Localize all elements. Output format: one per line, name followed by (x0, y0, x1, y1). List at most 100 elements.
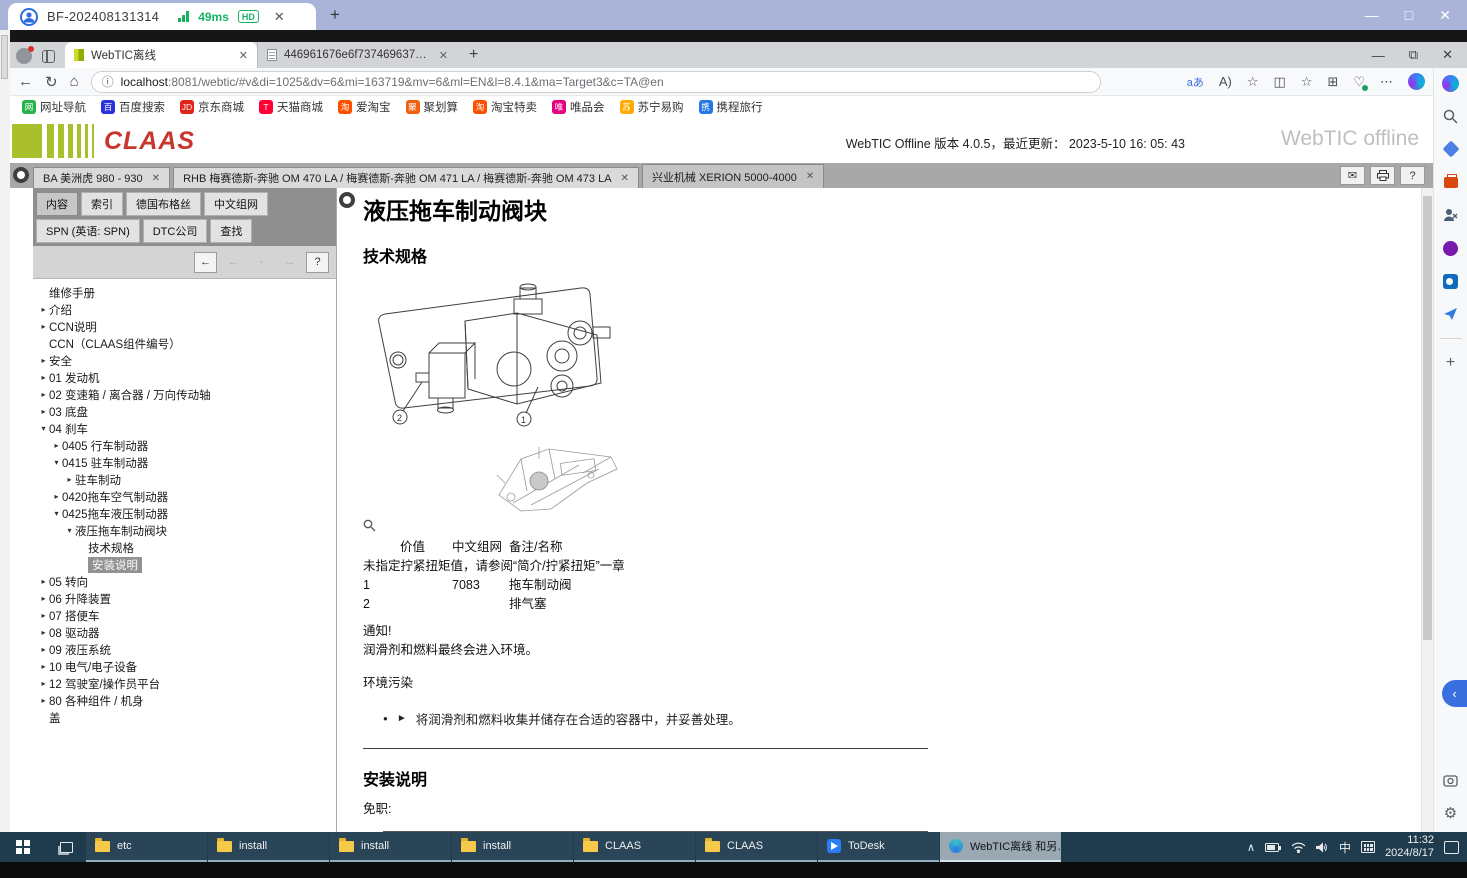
tools-icon[interactable] (1442, 173, 1460, 191)
todesk-maximize-button[interactable]: □ (1405, 7, 1413, 24)
tree-item[interactable]: 技术规格 (33, 539, 336, 556)
tree-item[interactable]: 盖 (33, 709, 336, 726)
doc-tab-xerion[interactable]: 兴业机械 XERION 5000-4000 ✕ (641, 164, 825, 188)
nav-back-button[interactable]: ← (194, 251, 217, 273)
people-icon[interactable] (1442, 206, 1460, 224)
doc-tab-close-icon[interactable]: ✕ (152, 173, 160, 184)
tab-index[interactable]: 索引 (81, 192, 123, 216)
content-panel-toggle-icon[interactable] (339, 192, 355, 208)
nav-next-button[interactable]: → (278, 252, 301, 273)
bookmark-item[interactable]: 聚聚划算 (405, 99, 458, 115)
bookmark-item[interactable]: 淘淘宝特卖 (473, 99, 537, 115)
nav-prev-button[interactable]: ← (222, 252, 245, 273)
bookmark-item[interactable]: 唯唯品会 (552, 99, 605, 115)
copilot-icon[interactable] (1408, 73, 1425, 90)
drop-icon[interactable] (1442, 305, 1460, 323)
volume-icon[interactable] (1316, 842, 1329, 853)
tree-item[interactable]: ▸ 09 液压系统 (33, 641, 336, 658)
doc-tab-close-icon[interactable]: ✕ (621, 173, 629, 184)
bookmark-item[interactable]: 携携程旅行 (698, 99, 763, 115)
bookmark-item[interactable]: 百百度搜索 (101, 99, 165, 115)
tree-item[interactable]: ▾ 04 刹车 (33, 420, 336, 437)
bookmark-item[interactable]: T 天猫商城 (259, 99, 323, 115)
doc-tab-rhb[interactable]: RHB 梅赛德斯-奔驰 OM 470 LA / 梅赛德斯-奔驰 OM 471 L… (173, 167, 639, 188)
tree-item[interactable]: ▾ 液压拖车制动阀块 (33, 522, 336, 539)
favorites-bar-icon[interactable]: ☆ (1301, 74, 1313, 90)
tree-item-selected[interactable]: 安装说明 (33, 556, 336, 573)
browser-restore-button[interactable]: ⧉ (1409, 47, 1418, 63)
keyboard-layout-icon[interactable] (1361, 841, 1376, 853)
sidebar-collapse-button[interactable]: ‹ (1442, 680, 1467, 707)
task-view-button[interactable] (46, 832, 86, 862)
bookmark-item[interactable]: JD 京东商城 (180, 99, 244, 115)
browser-minimize-button[interactable]: — (1372, 48, 1385, 63)
tree-item[interactable]: ▸ 02 变速箱 / 离合器 / 万向传动轴 (33, 386, 336, 403)
todesk-session-tab[interactable]: BF-202408131314 49ms HD ✕ (8, 3, 316, 30)
tree-item[interactable]: ▸ 介绍 (33, 301, 336, 318)
doc-tab-close-icon[interactable]: ✕ (806, 171, 814, 182)
split-screen-icon[interactable]: ◫ (1273, 74, 1285, 90)
todesk-new-session-button[interactable]: + (330, 5, 340, 25)
ime-indicator[interactable]: 中 (1339, 839, 1351, 856)
favorite-star-icon[interactable]: ☆ (1247, 74, 1259, 90)
new-tab-button[interactable]: + (469, 46, 478, 64)
profile-avatar[interactable] (16, 46, 34, 64)
taskbar-item-claas-2[interactable]: CLAAS (696, 832, 817, 862)
tree-item[interactable]: ▸ 05 转向 (33, 573, 336, 590)
tree-item[interactable]: ▾ 0415 驻车制动器 (33, 454, 336, 471)
browser-close-button[interactable]: ✕ (1442, 47, 1453, 63)
translate-icon[interactable]: aあ (1187, 74, 1204, 90)
tree-item[interactable]: ▾ 0425拖车液压制动器 (33, 505, 336, 522)
tray-chevron-icon[interactable]: ∧ (1247, 841, 1255, 854)
tab-dtc[interactable]: DTC公司 (142, 219, 208, 243)
more-menu-icon[interactable]: ⋯ (1380, 74, 1393, 90)
tree-item[interactable]: ▸ 03 底盘 (33, 403, 336, 420)
customize-sidebar-icon[interactable]: + (1442, 354, 1460, 372)
action-center-icon[interactable] (1444, 840, 1459, 854)
tab-close-icon[interactable]: ✕ (239, 49, 248, 62)
tab-actions-icon[interactable] (42, 50, 55, 63)
browser-tab-hex[interactable]: 446961676e6f737469637320726 ✕ (257, 42, 457, 68)
tree-item[interactable]: ▸ 06 升降装置 (33, 590, 336, 607)
tab-chinese-net[interactable]: 中文组网 (204, 192, 268, 216)
doc-tab-jaguar[interactable]: BA 美洲虎 980 - 930 ✕ (33, 167, 171, 188)
taskbar-item-install-1[interactable]: install (208, 832, 329, 862)
tab-spn[interactable]: SPN (英语: SPN) (36, 219, 140, 243)
sidebar-search-icon[interactable] (1442, 107, 1460, 125)
tab-close-icon[interactable]: ✕ (439, 49, 448, 62)
taskbar-item-webtic-edge[interactable]: WebTIC离线 和另… (940, 832, 1061, 862)
home-icon[interactable]: ⌂ (70, 73, 79, 90)
m365-icon[interactable] (1442, 239, 1460, 257)
battery-icon[interactable] (1265, 842, 1282, 853)
mail-button[interactable]: ✉ (1340, 166, 1365, 185)
tree-item[interactable]: ▸ 12 驾驶室/操作员平台 (33, 675, 336, 692)
scrollbar-thumb[interactable] (1423, 196, 1432, 640)
taskbar-item-todesk[interactable]: ToDesk (818, 832, 939, 862)
bookmark-item[interactable]: 淘爱淘宝 (338, 99, 391, 115)
tree-item[interactable]: ▸ CCN说明 (33, 318, 336, 335)
taskbar-item-install-3[interactable]: install (452, 832, 573, 862)
tree-item[interactable]: ▸ 10 电气/电子设备 (33, 658, 336, 675)
print-button[interactable] (1370, 166, 1395, 185)
session-close-icon[interactable]: ✕ (274, 9, 285, 25)
bookmark-item[interactable]: 苏苏宁易购 (619, 99, 684, 115)
tray-clock[interactable]: 11:32 2024/8/17 (1385, 834, 1434, 860)
tab-search[interactable]: 查找 (210, 219, 253, 243)
todesk-minimize-button[interactable]: — (1365, 7, 1379, 24)
address-bar[interactable]: ⓘ localhost:8081/webtic/#v&di=1025&dv=6&… (90, 70, 1101, 93)
copilot-sidebar-icon[interactable] (1442, 74, 1459, 92)
screenshot-icon[interactable] (1442, 771, 1460, 789)
taskbar-item-install-2[interactable]: install (330, 832, 451, 862)
tab-german-terms[interactable]: 德国布格丝 (126, 192, 201, 216)
tree-item[interactable]: ▸ 08 驱动器 (33, 624, 336, 641)
tree-item[interactable]: ▸ 0405 行车制动器 (33, 437, 336, 454)
help-button[interactable]: ? (1400, 166, 1425, 185)
tree-item[interactable]: ▸ 01 发动机 (33, 369, 336, 386)
collections-icon[interactable]: ⊞ (1327, 74, 1338, 90)
tab-contents[interactable]: 内容 (36, 192, 78, 216)
taskbar-item-etc[interactable]: etc (86, 832, 207, 862)
read-aloud-icon[interactable]: A) (1219, 74, 1232, 89)
bookmark-item[interactable]: 网网址导航 (22, 99, 86, 115)
taskbar-item-claas-1[interactable]: CLAAS (574, 832, 695, 862)
site-info-icon[interactable]: ⓘ (102, 73, 114, 90)
